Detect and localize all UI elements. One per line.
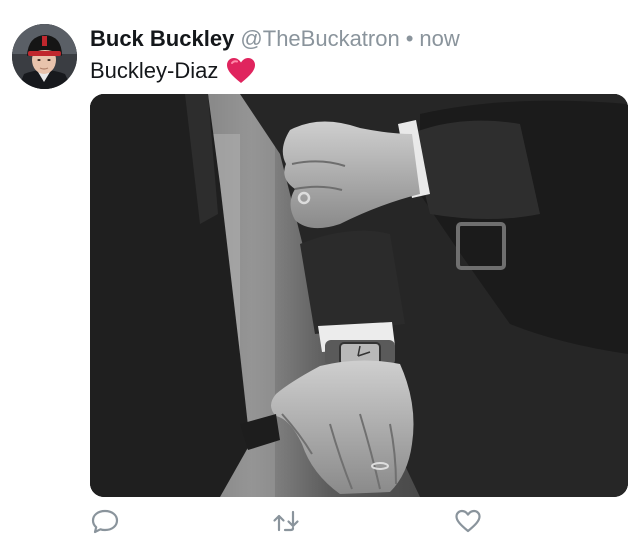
tweet-photo[interactable] xyxy=(90,94,628,497)
retweet-button[interactable] xyxy=(272,508,300,534)
author-name[interactable]: Buck Buckley xyxy=(90,26,234,51)
like-button[interactable] xyxy=(454,508,482,534)
retweet-icon xyxy=(272,510,300,534)
tweet-text-line: Buckley-Diaz xyxy=(90,56,256,86)
tweet-text: Buckley-Diaz xyxy=(90,58,219,83)
avatar-image xyxy=(12,24,77,89)
reply-icon xyxy=(91,509,119,534)
tweet-actions xyxy=(90,508,628,534)
tweet-header: Buck Buckley @TheBuckatron • now xyxy=(90,24,460,54)
reply-button[interactable] xyxy=(91,508,119,534)
timestamp[interactable]: now xyxy=(419,26,459,51)
separator-dot: • xyxy=(405,26,414,51)
red-heart-emoji xyxy=(226,57,256,85)
avatar[interactable] xyxy=(12,24,77,89)
photo-image xyxy=(90,94,628,497)
author-handle[interactable]: @TheBuckatron xyxy=(240,26,399,51)
like-icon xyxy=(454,509,482,534)
tweet[interactable]: Buck Buckley @TheBuckatron • now Buckley-D… xyxy=(0,0,640,534)
